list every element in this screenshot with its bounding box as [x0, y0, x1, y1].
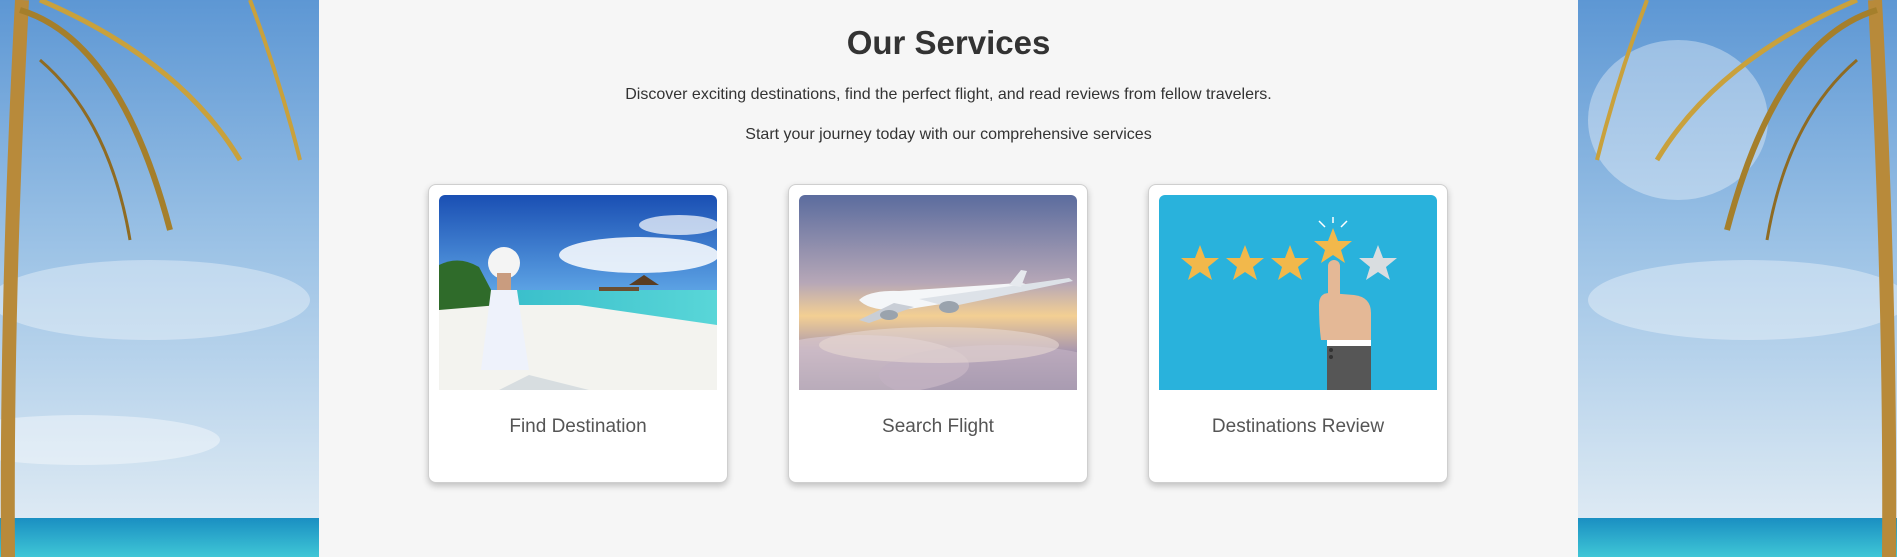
services-section: Our Services Discover exciting destinati… [319, 0, 1578, 557]
services-description: Discover exciting destinations, find the… [625, 86, 1272, 103]
service-label: Find Destination [509, 416, 647, 437]
service-card-search-flight[interactable]: Search Flight [788, 184, 1088, 483]
services-tagline: Start your journey today with our compre… [745, 126, 1152, 143]
service-label: Search Flight [882, 416, 994, 437]
background-palm-right [1578, 0, 1897, 557]
beach-photo [439, 195, 717, 390]
service-label: Destinations Review [1211, 416, 1385, 437]
airplane-photo [799, 195, 1077, 390]
background-palm-left [0, 0, 319, 557]
page-title: Our Services [846, 24, 1051, 61]
service-card-find-destination[interactable]: Find Destination [428, 184, 728, 483]
star-rating-illustration [1159, 195, 1437, 390]
service-card-destinations-review[interactable]: Destinations Review [1148, 184, 1448, 483]
